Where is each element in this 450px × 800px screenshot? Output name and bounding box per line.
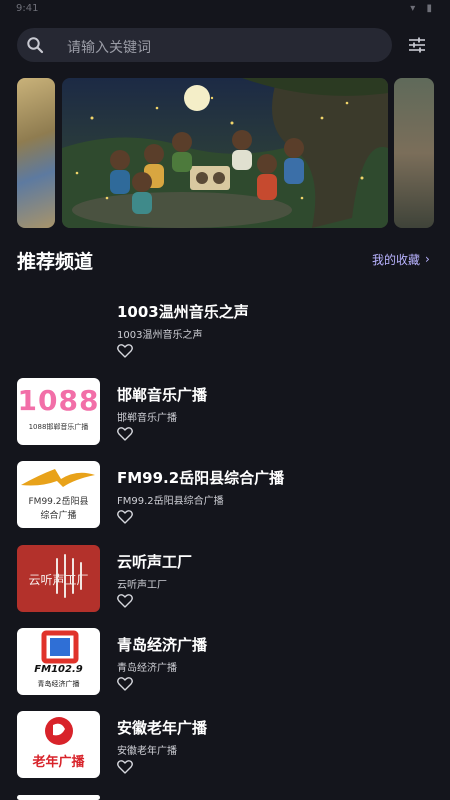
channel-desc: FM99.2岳阳县综合广播 — [117, 496, 224, 507]
channel-name: 青岛经济广播 — [117, 636, 208, 654]
channel-logo-caption: 青岛经济广播 — [37, 680, 80, 688]
channel-logo-caption: 老年广播 — [32, 755, 85, 770]
list-item[interactable]: 1088 1088邯郸音乐广播 邯郸音乐广播 邯郸音乐广播 — [17, 378, 437, 445]
channel-desc: 邯郸音乐广播 — [117, 413, 177, 424]
channel-logo — [17, 295, 100, 362]
channel-list: 1003温州音乐之声 1003温州音乐之声 1088 1088邯郸音乐广播 邯郸… — [0, 0, 450, 800]
channel-logo-number: FM102.9 — [34, 664, 83, 675]
channel-name: FM99.2岳阳县综合广播 — [117, 469, 285, 487]
channel-logo — [17, 795, 100, 800]
heart-outline-icon[interactable] — [117, 594, 133, 608]
list-item[interactable]: 云听声工厂 云听声工厂 云听声工厂 — [17, 545, 437, 612]
channel-logo-number: 1088 — [17, 384, 100, 417]
channel-logo: 1088 1088邯郸音乐广播 — [17, 378, 100, 445]
channel-logo-caption-2: 综合广播 — [40, 511, 77, 521]
heart-outline-icon[interactable] — [117, 427, 133, 441]
channel-name: 安徽老年广播 — [117, 719, 208, 737]
channel-desc: 青岛经济广播 — [117, 663, 177, 674]
list-item[interactable]: FM102.9 青岛经济广播 青岛经济广播 青岛经济广播 — [17, 628, 437, 695]
channel-desc: 1003温州音乐之声 — [117, 330, 203, 341]
channel-logo: 老年广播 — [17, 711, 100, 778]
channel-name: 云听声工厂 — [117, 553, 193, 571]
channel-name: 邯郸音乐广播 — [117, 386, 208, 404]
heart-outline-icon[interactable] — [117, 510, 133, 524]
heart-outline-icon[interactable] — [117, 760, 133, 774]
list-item[interactable]: FM99.2岳阳县 综合广播 FM99.2岳阳县综合广播 FM99.2岳阳县综合… — [17, 461, 437, 528]
channel-logo: FM102.9 青岛经济广播 — [17, 628, 100, 695]
channel-desc: 云听声工厂 — [117, 580, 167, 591]
channel-logo: 云听声工厂 — [17, 545, 100, 612]
channel-logo-caption: 1088邯郸音乐广播 — [28, 423, 89, 431]
channel-desc: 安徽老年广播 — [117, 746, 177, 757]
channel-logo: FM99.2岳阳县 综合广播 — [17, 461, 100, 528]
channel-logo-caption: 云听声工厂 — [28, 573, 89, 587]
list-item[interactable]: 老年广播 安徽老年广播 安徽老年广播 — [17, 711, 437, 778]
heart-outline-icon[interactable] — [117, 677, 133, 691]
list-item[interactable]: 1003温州音乐之声 1003温州音乐之声 — [17, 295, 437, 362]
channel-logo-caption: FM99.2岳阳县 — [28, 497, 89, 507]
heart-outline-icon[interactable] — [117, 344, 133, 358]
list-item[interactable] — [17, 795, 437, 800]
channel-name: 1003温州音乐之声 — [117, 303, 249, 321]
